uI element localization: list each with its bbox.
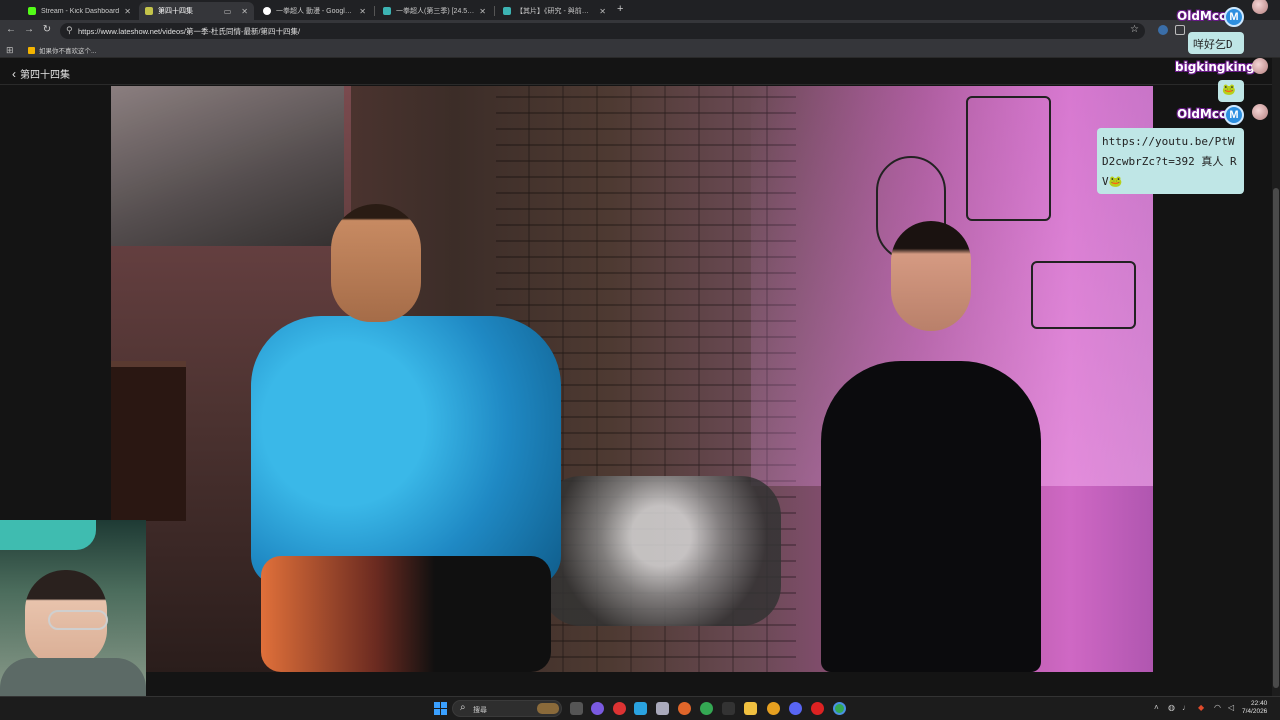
tab-google-search[interactable]: 一拳超人 動漫 - Google 搜尋 ✕ (257, 2, 372, 20)
tab-separator (374, 6, 375, 16)
kick-icon (28, 7, 36, 15)
chevron-left-icon: ‹ (12, 66, 16, 81)
chat-avatar (1252, 0, 1268, 14)
windows-start-icon[interactable] (434, 702, 447, 715)
close-icon[interactable]: ✕ (241, 7, 248, 16)
chat-username: OldMcc (1177, 107, 1227, 121)
copilot-icon[interactable] (591, 702, 604, 715)
windows-taskbar: ⌕ 搜尋 ˄ ◍ ♩ ◆ ◠ ◁ 22:40 7/4/2026 (0, 696, 1280, 720)
search-highlight-icon (537, 703, 559, 714)
file-explorer-icon[interactable] (744, 702, 757, 715)
video-scene-amplifier (111, 361, 186, 521)
clock-date: 7/4/2026 (1242, 708, 1268, 715)
volume-icon[interactable]: ◁ (1228, 703, 1234, 712)
tab-separator (494, 6, 495, 16)
tray-overflow-icon[interactable]: ˄ (1154, 703, 1159, 712)
obs-icon[interactable] (811, 702, 824, 715)
chrome-icon[interactable] (700, 702, 713, 715)
moderator-badge-icon: M (1224, 105, 1244, 125)
bookmark-favicon-icon (28, 46, 35, 54)
telegram-icon[interactable] (634, 702, 647, 715)
video-player[interactable] (111, 86, 1153, 672)
taskbar-search[interactable]: ⌕ 搜尋 (452, 700, 562, 717)
microphone-icon[interactable]: ♩ (1182, 703, 1190, 712)
video-scene-frame (1031, 261, 1136, 329)
firefox-icon[interactable] (678, 702, 691, 715)
app-icon[interactable] (767, 702, 780, 715)
media-playing-icon[interactable]: ▭ (224, 7, 232, 16)
scrollbar-thumb[interactable] (1273, 188, 1279, 688)
tab-title: 【其片】《研究 - 與前相懸 - 》 (516, 8, 596, 15)
discord-icon[interactable] (789, 702, 802, 715)
chat-avatar (1252, 58, 1268, 74)
task-view-icon[interactable] (570, 702, 583, 715)
tab-kick-dashboard[interactable]: Stream - Kick Dashboard ✕ (22, 2, 137, 20)
chat-message: 🐸 (1218, 80, 1244, 102)
moderator-badge-icon: M (1224, 7, 1244, 27)
back-arrow-icon[interactable]: ← (4, 24, 18, 35)
chrome-active-icon[interactable] (833, 702, 846, 715)
site-info-icon[interactable]: ⚲ (66, 25, 73, 36)
new-tab-button[interactable]: + (617, 3, 623, 15)
google-icon (263, 7, 271, 15)
webcam-background-object (0, 520, 96, 550)
bookmark-item[interactable]: 如果你不喜欢这个... (28, 45, 96, 55)
tab-movie[interactable]: 【其片】《研究 - 與前相懸 - 》 ✕ (497, 2, 612, 20)
close-icon[interactable]: ✕ (359, 7, 366, 16)
chat-avatar (1252, 104, 1268, 120)
bookmark-label: 如果你不喜欢这个... (39, 48, 97, 55)
episode-title: 第四十四集 (20, 70, 70, 81)
tab-title: Stream - Kick Dashboard (41, 7, 120, 15)
video-scene-man (251, 316, 561, 586)
search-icon: ⌕ (460, 702, 466, 713)
chat-message: 咩好乞D (1188, 32, 1244, 54)
search-label: 搜尋 (473, 707, 487, 714)
tab-anime-episode[interactable]: 一拳超人(第三季) [24.5] 線上看 ✕ (377, 2, 492, 20)
url-text[interactable]: https://www.lateshow.net/videos/第一季-杜氏同情… (78, 26, 300, 37)
tab-title: 第四十四集 (158, 8, 193, 15)
video-scene-woman (821, 361, 1041, 672)
address-bar[interactable]: ⚲ https://www.lateshow.net/videos/第一季-杜氏… (60, 23, 1145, 39)
video-scene-drums (541, 476, 781, 626)
apps-grid-icon[interactable]: ⊞ (6, 45, 14, 56)
app-tray-icon[interactable]: ◆ (1198, 703, 1204, 712)
taskbar-clock[interactable]: 22:40 7/4/2026 (1242, 700, 1267, 716)
video-scene-poster (111, 86, 344, 246)
app-icon[interactable] (613, 702, 626, 715)
page-scrollbar[interactable] (1272, 58, 1280, 696)
video-scene-man-head (331, 204, 421, 322)
video-scene-woman-head (891, 221, 971, 331)
video-scene-man-shorts (261, 556, 551, 672)
site-icon (503, 7, 511, 15)
site-icon (145, 7, 153, 15)
chat-message: https://youtu.be/PtW D2cwbrZc?t=392 真人 R… (1097, 128, 1244, 194)
tab-title: 一拳超人(第三季) [24.5] 線上看 (396, 8, 475, 15)
app-icon[interactable] (656, 702, 669, 715)
wifi-icon[interactable]: ◠ (1214, 703, 1221, 712)
close-icon[interactable]: ✕ (124, 7, 131, 16)
tab-current-episode[interactable]: 第四十四集 ▭ ✕ (139, 2, 254, 20)
back-to-episode-link[interactable]: ‹ 第四十四集 (12, 66, 70, 82)
close-icon[interactable]: ✕ (599, 7, 606, 16)
site-icon (383, 7, 391, 15)
stream-chat-overlay: OldMcc M 咩好乞D bigkingking 🐸 OldMcc M htt… (1000, 0, 1270, 204)
webcam-streamer-body (0, 658, 146, 696)
streamer-webcam (0, 520, 146, 696)
reload-icon[interactable]: ↻ (40, 24, 54, 35)
tab-title: 一拳超人 動漫 - Google 搜尋 (276, 8, 355, 15)
chat-username: bigkingking (1175, 60, 1255, 74)
clock-time: 22:40 (1251, 700, 1268, 707)
forward-arrow-icon[interactable]: → (22, 24, 36, 35)
chat-username: OldMcc (1177, 9, 1227, 23)
close-icon[interactable]: ✕ (479, 7, 486, 16)
network-icon[interactable]: ◍ (1168, 703, 1175, 712)
webcam-glasses (48, 610, 108, 630)
app-icon[interactable] (722, 702, 735, 715)
